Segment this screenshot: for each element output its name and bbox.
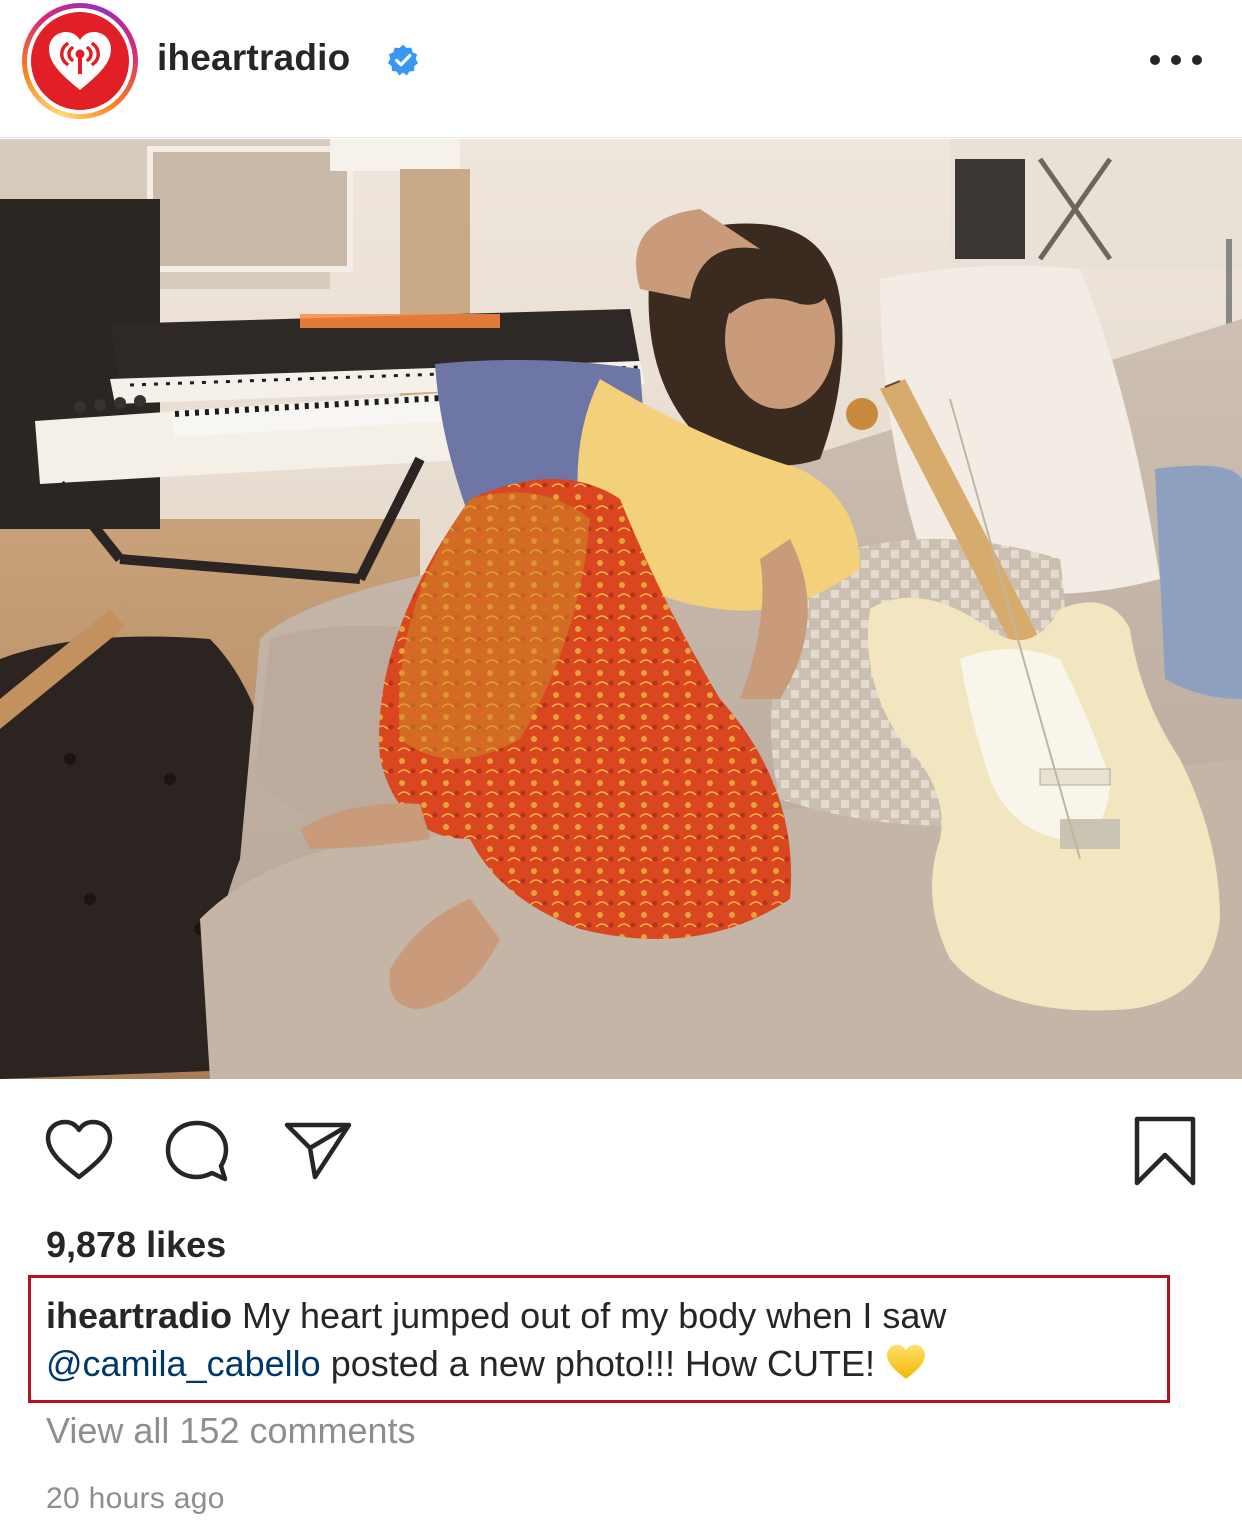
comment-icon[interactable] <box>163 1119 231 1183</box>
profile-avatar[interactable] <box>22 3 138 119</box>
more-options-icon[interactable] <box>1150 50 1202 70</box>
like-count[interactable]: 9,878 likes <box>46 1224 226 1266</box>
heart-icon[interactable] <box>44 1119 114 1181</box>
verified-badge-icon <box>387 44 419 76</box>
bookmark-icon[interactable] <box>1133 1115 1197 1187</box>
view-all-comments-link[interactable]: View all 152 comments <box>46 1410 416 1452</box>
send-icon[interactable] <box>283 1119 353 1181</box>
caption-text-2: posted a new photo!!! How CUTE! <box>320 1343 875 1384</box>
post-username[interactable]: iheartradio <box>157 37 350 79</box>
post-photo[interactable] <box>0 139 1242 1079</box>
post-caption: iheartradio My heart jumped out of my bo… <box>46 1292 1156 1388</box>
caption-username[interactable]: iheartradio <box>46 1295 232 1336</box>
iheartradio-logo-icon <box>31 12 129 110</box>
yellow-heart-emoji-icon <box>886 1345 925 1380</box>
caption-mention[interactable]: @camila_cabello <box>46 1343 321 1384</box>
post-timestamp: 20 hours ago <box>46 1482 225 1515</box>
post-header: iheartradio <box>0 0 1242 138</box>
action-bar <box>0 1079 1242 1219</box>
caption-text-1: My heart jumped out of my body when I sa… <box>232 1295 947 1336</box>
